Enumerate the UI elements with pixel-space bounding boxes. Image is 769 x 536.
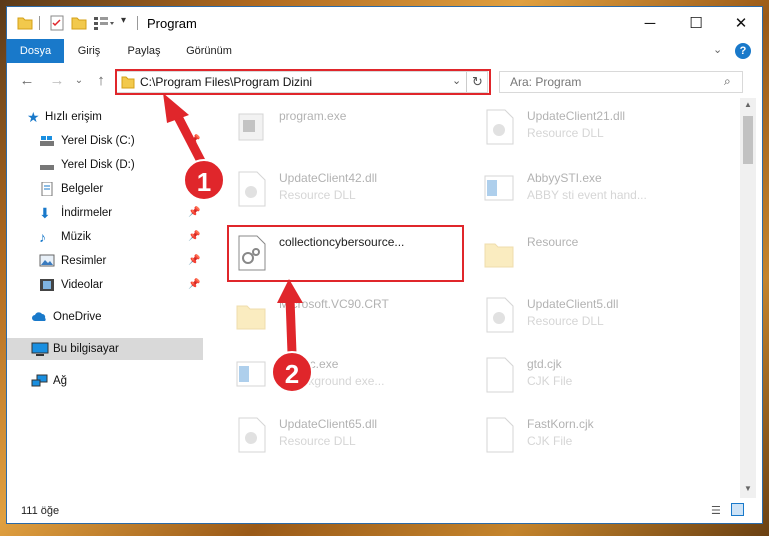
annotation-arrows [163,93,303,354]
explorer-window: ▾ Program ─ ☐ ✕ Dosya Giriş Paylaş Görün… [6,6,763,524]
step-1-badge: 1 [183,159,225,201]
step-2-badge: 2 [271,351,313,393]
